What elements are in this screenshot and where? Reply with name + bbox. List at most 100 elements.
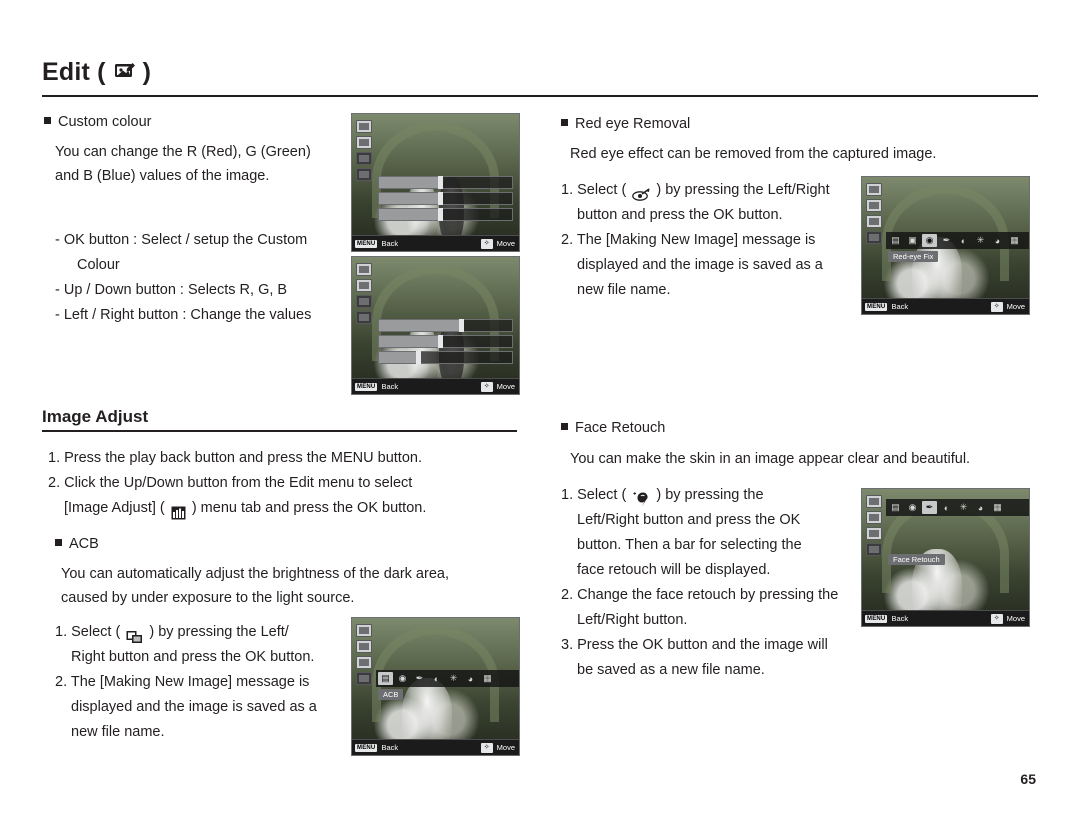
back-label: Back [891,302,909,311]
strip-saturation-icon[interactable]: ◕ [973,501,988,514]
strip-acb-icon[interactable]: ▤ [378,672,393,685]
rail-colour-icon [356,295,372,308]
dpad-icon[interactable]: ✧ [480,381,493,392]
strip-face-retouch-icon[interactable]: ✒ [412,672,427,685]
strip-acb-icon[interactable]: ▤ [888,234,903,247]
strip-saturation-icon[interactable]: ◕ [463,672,478,685]
rail-image-adjust-icon [866,231,882,244]
list-item: button. Then a bar for selecting the [577,537,802,553]
heading-face-retouch: Face Retouch [561,420,665,436]
move-label: Move [496,239,515,248]
menu-button-label[interactable]: MENU [865,614,888,623]
list-face-retouch-steps: 1. Select ( ) by pressing the Left/Right… [561,483,861,683]
list-item: 1. Press the play back button and press … [48,450,422,466]
slider-b[interactable] [378,208,513,221]
slider-g[interactable] [378,335,513,348]
caption-face-retouch: Face Retouch [888,554,945,565]
strip-retouch-icon[interactable]: ✒ [939,234,954,247]
screen-bottom-bar: MENU Back ✧ Move [352,739,519,755]
page-title-close: ) [142,58,152,86]
slider-r[interactable] [378,176,513,189]
move-label: Move [496,382,515,391]
dpad-icon[interactable]: ✧ [480,238,493,249]
slider-g[interactable] [378,192,513,205]
back-label: Back [891,614,909,623]
list-item: 2. The [Making New Image] message is [561,232,816,248]
screen-left-rail [356,120,373,184]
edit-icon-strip: ▤ ◉ ✒ ◐ ✳ ◕ ▦ [376,670,519,687]
strip-red-eye-icon[interactable]: ◉ [922,234,937,247]
strip-red-eye-icon[interactable]: ◉ [905,501,920,514]
list-item: be saved as a new file name. [577,662,765,678]
list-acb-steps: 1. Select ( ) by pressing the Left/ Righ… [55,620,355,745]
list-item: 2. The [Making New Image] message is [55,674,310,690]
strip-contrast-icon[interactable]: ◐ [939,501,954,514]
section-divider-image-adjust [42,430,517,432]
list-item: 1. Select ( ) by pressing the [561,483,861,508]
list-custom-colour-buttons: - OK button : Select / setup the Custom … [55,228,355,328]
page-number: 65 [1020,771,1036,787]
list-item: Left/Right button and press the OK [577,512,801,528]
list-red-eye-steps: 1. Select ( ) by pressing the Left/Right… [561,178,871,303]
strip-contrast-icon[interactable]: ◐ [956,234,971,247]
menu-button-label[interactable]: MENU [355,382,378,391]
move-label: Move [496,743,515,752]
strip-noise-icon[interactable]: ▦ [480,672,495,685]
dpad-icon[interactable]: ✧ [990,613,1003,624]
strip-noise-icon[interactable]: ▦ [1007,234,1022,247]
page-title: Edit ( [42,58,106,86]
strip-brightness-icon[interactable]: ✳ [973,234,988,247]
strip-acb-icon[interactable]: ▤ [888,501,903,514]
strip-noise-icon[interactable]: ▦ [990,501,1005,514]
strip-saturation-icon[interactable]: ◕ [990,234,1005,247]
slider-r[interactable] [378,319,513,332]
menu-button-label[interactable]: MENU [355,743,378,752]
strip-brightness-icon[interactable]: ✳ [956,501,971,514]
screen-acb: ▤ ◉ ✒ ◐ ✳ ◕ ▦ ACB MENU Back ✧ Move [351,617,520,756]
list-item: new file name. [71,724,165,740]
strip-face-icon[interactable]: ▣ [905,234,920,247]
rail-resize-icon [356,263,372,276]
strip-red-eye-icon[interactable]: ◉ [395,672,410,685]
list-item: 3. Press the OK button and the image wil… [561,637,828,653]
rail-colour-icon [866,527,882,540]
page-canvas: Edit ( ) Custom colour You can change th… [0,0,1080,815]
menu-button-label[interactable]: MENU [865,302,888,311]
screen-red-eye: ▤ ▣ ◉ ✒ ◐ ✳ ◕ ▦ Red-eye Fix MENU Back ✧ … [861,176,1030,315]
edit-icon-strip: ▤ ◉ ✒ ◐ ✳ ◕ ▦ [886,499,1029,516]
edit-icon-strip: ▤ ▣ ◉ ✒ ◐ ✳ ◕ ▦ [886,232,1029,249]
rail-image-adjust-icon [356,168,372,181]
list-image-adjust-steps: 1. Press the play back button and press … [48,446,518,521]
strip-contrast-icon[interactable]: ◐ [429,672,444,685]
list-item: Left/Right button. [577,612,688,628]
red-eye-fix-icon [632,186,650,202]
bullet-square-icon [55,539,62,546]
paragraph-custom-colour: You can change the R (Red), G (Green) an… [55,144,311,184]
image-adjust-menu-icon [171,504,186,520]
dpad-icon[interactable]: ✧ [990,301,1003,312]
bullet-square-icon [561,423,568,430]
screen-bottom-bar: MENU Back ✧ Move [352,235,519,251]
screen-face-retouch: ▤ ◉ ✒ ◐ ✳ ◕ ▦ Face Retouch MENU Back ✧ M… [861,488,1030,627]
edit-pencil-image-icon [114,62,136,79]
back-label: Back [381,239,399,248]
list-item: - OK button : Select / setup the Custom [55,232,308,248]
screen-custom-colour-1: MENU Back ✧ Move [351,113,520,252]
move-label: Move [1006,302,1025,311]
list-item: 2. Click the Up/Down button from the Edi… [48,475,413,491]
strip-brightness-icon[interactable]: ✳ [446,672,461,685]
rail-rotate-icon [356,640,372,653]
rail-image-adjust-icon [866,543,882,556]
screen-bottom-bar: MENU Back ✧ Move [352,378,519,394]
heading-custom-colour: Custom colour [44,114,151,130]
rail-resize-icon [356,624,372,637]
list-item: - Left / Right button : Change the value… [55,307,312,323]
list-item: 2. Change the face retouch by pressing t… [561,587,839,603]
slider-b[interactable] [378,351,513,364]
menu-button-label[interactable]: MENU [355,239,378,248]
strip-face-retouch-icon[interactable]: ✒ [922,501,937,514]
bullet-square-icon [561,119,568,126]
list-item: - Up / Down button : Selects R, G, B [55,282,288,298]
dpad-icon[interactable]: ✧ [480,742,493,753]
screen-custom-colour-2: MENU Back ✧ Move [351,256,520,395]
